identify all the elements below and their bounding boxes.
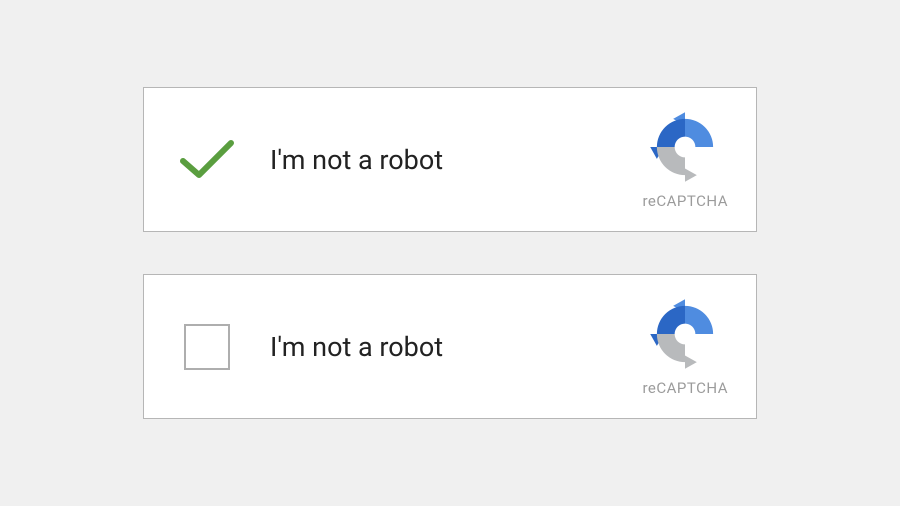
checkmark-icon xyxy=(177,137,237,183)
recaptcha-widget-unchecked: I'm not a robot reCAPTCHA xyxy=(143,274,757,419)
recaptcha-branding: reCAPTCHA xyxy=(642,110,728,210)
recaptcha-logo-icon xyxy=(648,297,722,371)
not-a-robot-label: I'm not a robot xyxy=(270,144,642,176)
recaptcha-logo-icon xyxy=(648,110,722,184)
recaptcha-brand-text: reCAPTCHA xyxy=(642,192,728,210)
recaptcha-brand-text: reCAPTCHA xyxy=(642,379,728,397)
status-area xyxy=(172,137,242,183)
recaptcha-branding: reCAPTCHA xyxy=(642,297,728,397)
recaptcha-widget-checked: I'm not a robot reCAPTCHA xyxy=(143,87,757,232)
recaptcha-checkbox[interactable] xyxy=(184,324,230,370)
not-a-robot-label: I'm not a robot xyxy=(270,331,642,363)
status-area xyxy=(172,324,242,370)
